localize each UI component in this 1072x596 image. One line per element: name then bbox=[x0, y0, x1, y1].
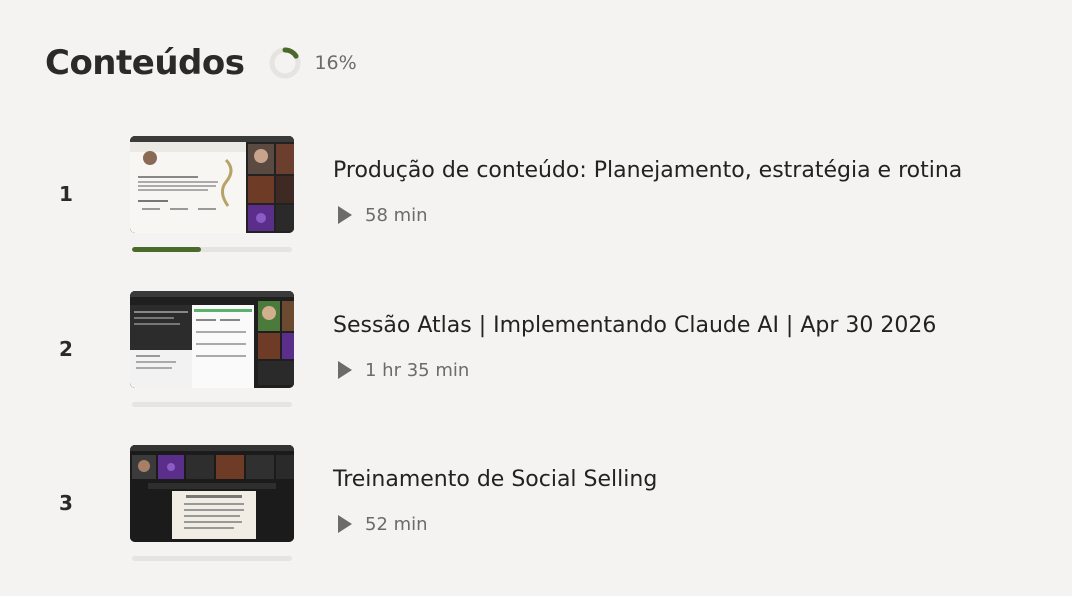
progress-ring-icon bbox=[269, 47, 301, 79]
lesson-progress-fill bbox=[132, 247, 201, 252]
lesson-item-1[interactable]: 1 Produção de conteúdo: Planejamento, es… bbox=[0, 136, 1072, 266]
play-icon[interactable] bbox=[333, 359, 355, 381]
duration-text: 1 hr 35 min bbox=[365, 359, 470, 381]
lesson-number: 3 bbox=[59, 491, 73, 515]
section-header: Conteúdos 16% bbox=[45, 40, 357, 86]
lesson-duration: 52 min bbox=[333, 513, 428, 535]
video-thumbnail[interactable] bbox=[130, 136, 294, 233]
lesson-item-3[interactable]: 3 Treinamento de Social Selling 52 min bbox=[0, 445, 1072, 575]
duration-text: 52 min bbox=[365, 513, 428, 535]
play-icon[interactable] bbox=[333, 204, 355, 226]
thumbnail-image bbox=[130, 291, 294, 388]
lesson-number: 2 bbox=[59, 337, 73, 361]
lesson-title[interactable]: Sessão Atlas | Implementando Claude AI |… bbox=[333, 313, 936, 338]
lesson-item-2[interactable]: 2 Sessão Atlas | Implementando Claude AI… bbox=[0, 291, 1072, 421]
page-title: Conteúdos bbox=[45, 43, 245, 83]
lesson-number: 1 bbox=[59, 182, 73, 206]
video-thumbnail[interactable] bbox=[130, 445, 294, 542]
lesson-progress-bar bbox=[132, 402, 292, 407]
lesson-duration: 1 hr 35 min bbox=[333, 359, 469, 381]
lesson-title[interactable]: Produção de conteúdo: Planejamento, estr… bbox=[333, 158, 962, 183]
thumbnail-image bbox=[130, 136, 294, 233]
lesson-duration: 58 min bbox=[333, 204, 428, 226]
lesson-progress-bar bbox=[132, 247, 292, 252]
video-thumbnail[interactable] bbox=[130, 291, 294, 388]
lesson-title[interactable]: Treinamento de Social Selling bbox=[333, 467, 657, 492]
progress-percent: 16% bbox=[314, 52, 357, 74]
play-icon[interactable] bbox=[333, 513, 355, 535]
thumbnail-image bbox=[130, 445, 294, 542]
duration-text: 58 min bbox=[365, 204, 428, 226]
lesson-progress-bar bbox=[132, 556, 292, 561]
